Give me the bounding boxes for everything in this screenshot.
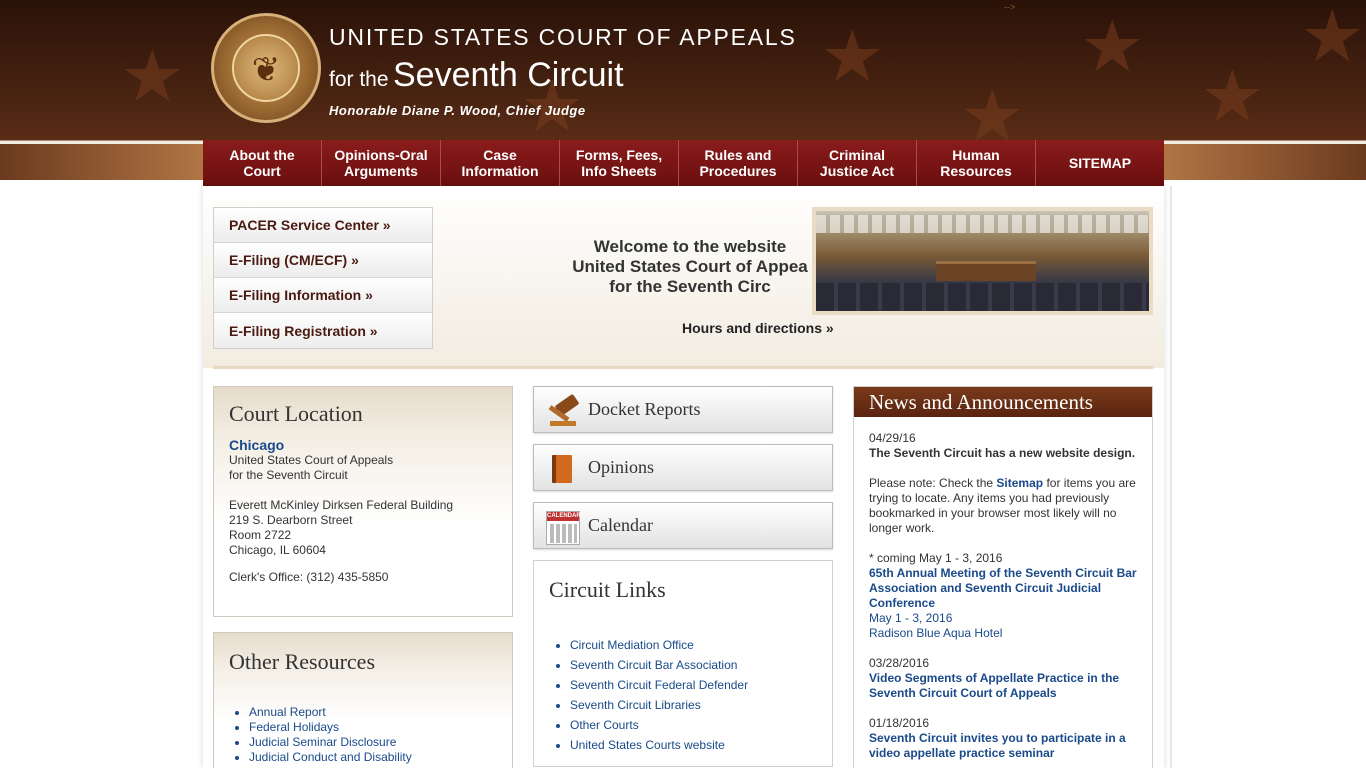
court-location-title: Court Location <box>229 401 363 426</box>
main-nav: About the Court Opinions-Oral Arguments … <box>203 140 1164 186</box>
address-line: for the Seventh Circuit <box>229 468 348 482</box>
star-decoration: ★ <box>1200 54 1265 138</box>
news-meeting-dates: May 1 - 3, 2016 <box>869 611 953 625</box>
gavel-icon <box>546 393 580 427</box>
news-headline: The Seventh Circuit has a new website de… <box>869 446 1136 460</box>
welcome-line3: for the Seventh Circ <box>609 277 771 296</box>
welcome-text: Welcome to the website United States Cou… <box>540 237 840 297</box>
court-location-panel: Court Location Chicago United States Cou… <box>213 386 513 617</box>
address-line: Everett McKinley Dirksen Federal Buildin… <box>229 498 454 512</box>
news-link-annual-meeting[interactable]: 65th Annual Meeting of the Seventh Circu… <box>869 566 1137 611</box>
news-link-video-seminar[interactable]: Seventh Circuit invites you to participa… <box>869 731 1137 761</box>
nav-sitemap[interactable]: SITEMAP <box>1036 140 1164 186</box>
link-bar-association[interactable]: Seventh Circuit Bar Association <box>570 655 817 675</box>
link-efiling-registration[interactable]: E-Filing Registration » <box>214 313 432 348</box>
welcome-line2: United States Court of Appea <box>572 257 808 276</box>
news-date: 04/29/16 <box>869 431 916 445</box>
link-annual-report[interactable]: Annual Report <box>249 705 497 720</box>
site-title-line1: UNITED STATES COURT OF APPEALS <box>329 24 797 50</box>
chief-judge-subtitle: Honorable Diane P. Wood, Chief Judge <box>329 103 586 118</box>
circuit-links-list: Circuit Mediation Office Seventh Circuit… <box>549 635 817 755</box>
nav-about-court[interactable]: About the Court <box>203 140 322 186</box>
calendar-icon: CALENDAR <box>546 511 581 545</box>
circuit-links-panel: Circuit Links Circuit Mediation Office S… <box>533 560 833 767</box>
other-resources-panel: Other Resources Annual Report Federal Ho… <box>213 632 513 768</box>
link-judicial-seminar-disclosure[interactable]: Judicial Seminar Disclosure <box>249 735 497 750</box>
news-body: 04/29/16 The Seventh Circuit has a new w… <box>854 417 1152 768</box>
news-panel: News and Announcements 04/29/16 The Seve… <box>853 386 1153 768</box>
news-date: 03/28/2016 <box>869 656 930 670</box>
link-federal-holidays[interactable]: Federal Holidays <box>249 720 497 735</box>
opinions-label: Opinions <box>588 457 655 477</box>
opinions-button[interactable]: Opinions <box>533 444 833 491</box>
address-line: Room 2722 <box>229 528 292 542</box>
calendar-label: Calendar <box>588 515 653 535</box>
book-icon <box>546 453 578 485</box>
nav-opinions-oral-arguments[interactable]: Opinions-Oral Arguments <box>322 140 441 186</box>
news-text: Please note: Check the Sitemap for items… <box>869 476 1136 535</box>
calendar-button[interactable]: CALENDAR Calendar <box>533 502 833 549</box>
title-circuit: Seventh Circuit <box>393 56 624 94</box>
title-for: for the <box>329 68 389 91</box>
news-date: 01/18/2016 <box>869 716 930 730</box>
other-resources-list: Annual Report Federal Holidays Judicial … <box>229 705 497 765</box>
star-decoration: ★ <box>820 14 885 98</box>
address-line: Chicago, IL 60604 <box>229 543 326 557</box>
page-edge <box>1170 186 1172 768</box>
other-resources-title: Other Resources <box>229 649 376 674</box>
news-link-video-segments[interactable]: Video Segments of Appellate Practice in … <box>869 671 1137 701</box>
link-us-courts-website[interactable]: United States Courts website <box>570 735 817 755</box>
link-circuit-libraries[interactable]: Seventh Circuit Libraries <box>570 695 817 715</box>
docket-reports-label: Docket Reports <box>588 399 701 419</box>
docket-reports-button[interactable]: Docket Reports <box>533 386 833 433</box>
star-decoration: ★ <box>1300 0 1365 78</box>
star-decoration: ★ <box>120 34 185 118</box>
link-federal-defender[interactable]: Seventh Circuit Federal Defender <box>570 675 817 695</box>
nav-criminal-justice-act[interactable]: Criminal Justice Act <box>798 140 917 186</box>
news-title: News and Announcements <box>854 387 1152 417</box>
link-efiling-cmecf[interactable]: E-Filing (CM/ECF) » <box>214 243 432 278</box>
court-seal-icon[interactable]: ❦ <box>211 13 321 123</box>
corner-text: --> <box>1004 2 1016 12</box>
nav-rules-procedures[interactable]: Rules and Procedures <box>679 140 798 186</box>
star-decoration: ★ <box>1080 4 1145 88</box>
courtroom-image <box>812 207 1153 315</box>
site-title-line2: for the Seventh Circuit <box>329 56 624 95</box>
welcome-line1: Welcome to the website <box>593 237 787 256</box>
link-pacer-service-center[interactable]: PACER Service Center » <box>214 208 432 243</box>
location-city-link[interactable]: Chicago <box>229 437 497 453</box>
nav-case-information[interactable]: Case Information <box>441 140 560 186</box>
link-circuit-mediation-office[interactable]: Circuit Mediation Office <box>570 635 817 655</box>
nav-forms-fees[interactable]: Forms, Fees, Info Sheets <box>560 140 679 186</box>
link-efiling-information[interactable]: E-Filing Information » <box>214 278 432 313</box>
news-note: * coming May 1 - 3, 2016 <box>869 551 1003 565</box>
address-line: 219 S. Dearborn Street <box>229 513 353 527</box>
circuit-links-title: Circuit Links <box>549 577 666 602</box>
address-line: United States Court of Appeals <box>229 453 394 467</box>
quick-links-box: PACER Service Center » E-Filing (CM/ECF)… <box>213 207 433 349</box>
link-judicial-conduct[interactable]: Judicial Conduct and Disability <box>249 750 497 765</box>
hours-directions-link[interactable]: Hours and directions » <box>682 320 834 336</box>
clerk-phone: Clerk's Office: (312) 435-5850 <box>229 570 389 584</box>
news-meeting-place: Radison Blue Aqua Hotel <box>869 626 1003 640</box>
nav-human-resources[interactable]: Human Resources <box>917 140 1036 186</box>
sitemap-link[interactable]: Sitemap <box>996 476 1043 490</box>
link-other-courts[interactable]: Other Courts <box>570 715 817 735</box>
section-divider <box>213 366 1153 369</box>
